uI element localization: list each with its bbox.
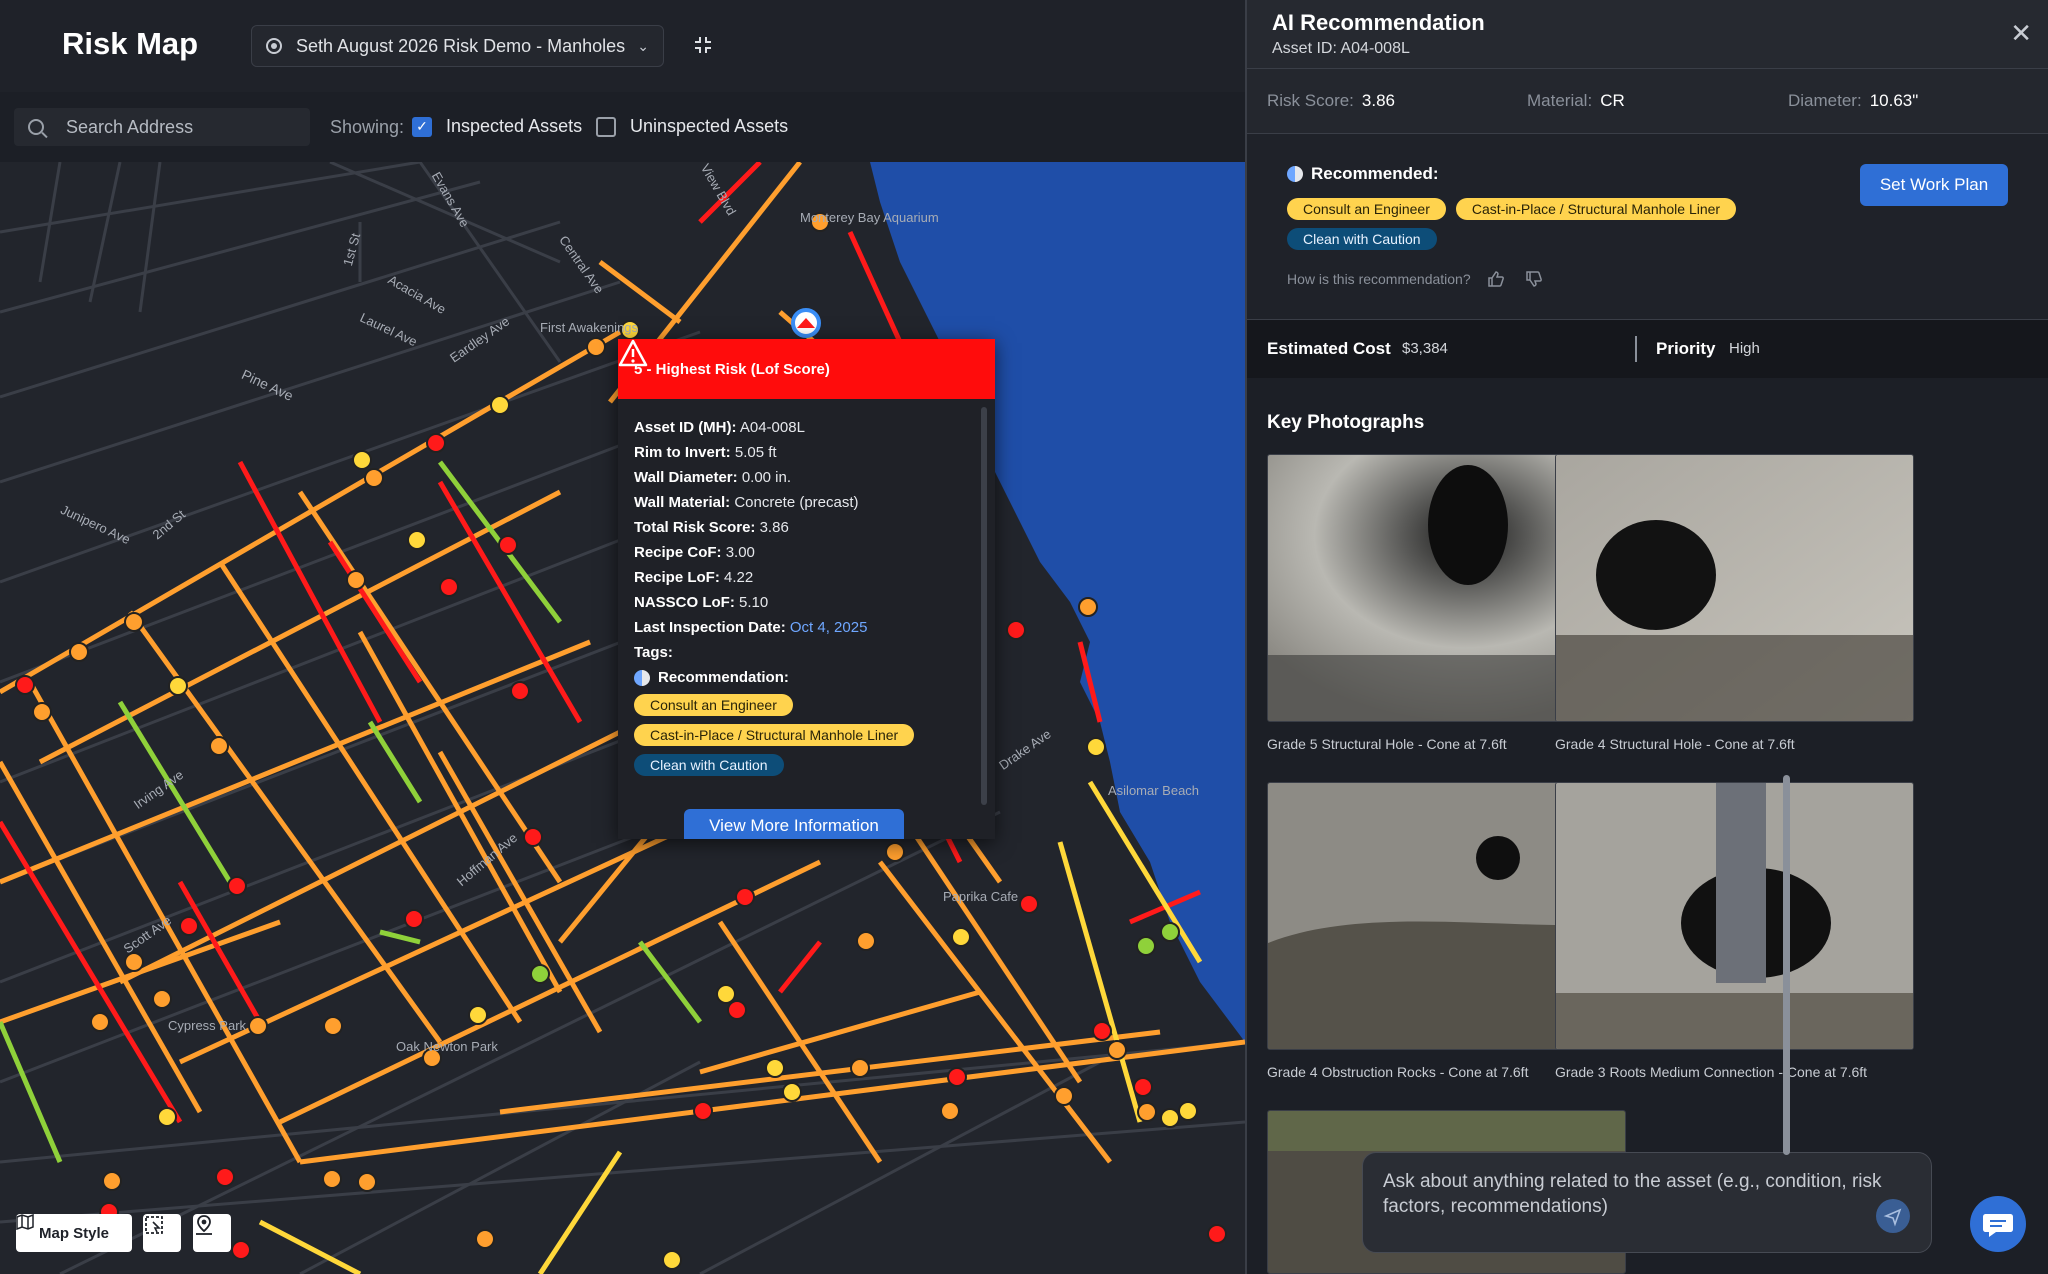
select-area-button[interactable] — [143, 1214, 181, 1252]
asset-stats-bar: Risk Score: 3.86 Material: CR Diameter: 10.… — [1247, 68, 2048, 134]
feedback-question: How is this recommendation? — [1287, 271, 1471, 287]
recommendation-feedback: How is this recommendation? — [1287, 270, 1543, 288]
stat-material: Material: CR — [1527, 91, 1625, 110]
filter-bar: Showing: ✓ Inspected Assets Uninspected … — [0, 92, 1245, 162]
checkbox-unchecked-icon[interactable] — [596, 116, 616, 137]
stat-risk-score: Risk Score: 3.86 — [1267, 91, 1396, 110]
key-photographs-heading: Key Photographs — [1267, 412, 1425, 433]
selected-asset-marker — [791, 308, 821, 338]
popup-field: Rim to Invert: 5.05 ft — [634, 444, 777, 461]
search-address-input[interactable] — [64, 115, 284, 139]
showing-label: Showing: — [330, 117, 405, 137]
search-icon — [28, 119, 44, 135]
recommended-heading: Recommended: — [1287, 164, 1439, 184]
popup-field: Asset ID (MH): A04-008L — [634, 419, 805, 436]
project-dropdown[interactable]: Seth August 2026 Risk Demo - Manholes ⌄ — [251, 25, 664, 67]
popup-field: Recipe CoF: 3.00 — [634, 544, 755, 561]
popup-last-inspection: Last Inspection Date: Oct 4, 2025 — [634, 619, 868, 636]
thumbs-up-icon[interactable] — [1487, 270, 1505, 288]
last-inspection-link[interactable]: Oct 4, 2025 — [790, 619, 868, 636]
close-icon[interactable]: ✕ — [2010, 18, 2032, 49]
inspection-photo[interactable] — [1555, 782, 1914, 1050]
popup-field: NASSCO LoF: 5.10 — [634, 594, 769, 611]
photo-caption: Grade 3 Roots Medium Connection - Cone a… — [1555, 1064, 1868, 1080]
asset-popup: 5 - Highest Risk (Lof Score) Asset ID (M… — [618, 339, 995, 839]
map-label: Cypress Park — [168, 1018, 247, 1033]
recommendation-tags: Consult an Engineer Cast-in-Place / Struc… — [1287, 194, 1847, 254]
map-label: Oak Newton Park — [396, 1039, 498, 1054]
panel-scrollbar[interactable] — [1783, 775, 1790, 1155]
ai-recommendation-panel: AI Recommendation Asset ID: A04-008L ✕ R… — [1245, 0, 2048, 1274]
tag-structural-liner: Cast-in-Place / Structural Manhole Liner — [1455, 198, 1737, 220]
popup-field: Total Risk Score: 3.86 — [634, 519, 789, 536]
divider — [1635, 336, 1637, 362]
map-label: Asilomar Beach — [1108, 783, 1200, 798]
popup-recommendation-label: Recommendation: — [634, 665, 979, 690]
checkbox-checked-icon[interactable]: ✓ — [412, 116, 432, 137]
set-work-plan-button[interactable]: Set Work Plan — [1860, 164, 2008, 206]
popup-field: Recipe LoF: 4.22 — [634, 569, 754, 586]
risk-map[interactable]: Monterey Bay Aquarium First Awakenings C… — [0, 162, 1245, 1274]
uninspected-assets-label: Uninspected Assets — [630, 116, 789, 136]
popup-field: Wall Material: Concrete (precast) — [634, 494, 859, 511]
popup-tags-label: Tags: — [634, 644, 673, 661]
inspected-assets-label: Inspected Assets — [446, 116, 583, 136]
inspected-assets-checkbox[interactable]: ✓ Inspected Assets — [412, 116, 582, 137]
estimated-cost-label: Estimated Cost — [1267, 339, 1391, 358]
panel-header: AI Recommendation Asset ID: A04-008L ✕ — [1247, 0, 2048, 68]
tag-clean-caution: Clean with Caution — [1287, 228, 1437, 250]
popup-body: Asset ID (MH): A04-008L Rim to Invert: 5… — [618, 399, 995, 780]
map-icon — [16, 1214, 34, 1230]
map-style-button[interactable]: Map Style — [16, 1214, 132, 1252]
project-dropdown-value: Seth August 2026 Risk Demo - Manholes — [296, 35, 626, 56]
panel-asset-id: Asset ID: A04-008L — [1272, 40, 1410, 57]
popup-scrollbar[interactable] — [981, 407, 987, 805]
lasso-select-icon — [145, 1216, 163, 1234]
project-pin-icon — [266, 38, 282, 54]
search-address-box[interactable] — [14, 108, 310, 146]
page-title: Risk Map — [62, 26, 199, 61]
tag-clean-caution: Clean with Caution — [634, 754, 784, 776]
panel-title: AI Recommendation — [1272, 10, 1485, 35]
view-more-button[interactable]: View More Information — [684, 809, 904, 839]
collapse-icon[interactable] — [690, 33, 716, 59]
priority-label: Priority — [1656, 339, 1716, 358]
map-style-label: Map Style — [38, 1224, 110, 1242]
locate-button[interactable] — [193, 1214, 231, 1252]
priority-value: High — [1729, 340, 1760, 357]
thumbs-down-icon[interactable] — [1525, 270, 1543, 288]
popup-risk-title: 5 - Highest Risk (Lof Score) — [634, 360, 830, 378]
warning-icon — [618, 339, 648, 367]
photo-caption: Grade 4 Obstruction Rocks - Cone at 7.6f… — [1267, 1064, 1529, 1080]
inspection-photo[interactable] — [1555, 454, 1914, 722]
chat-bubble-icon — [1983, 1214, 2013, 1237]
send-icon[interactable] — [1876, 1199, 1910, 1233]
tag-structural-liner: Cast-in-Place / Structural Manhole Liner — [634, 724, 915, 746]
top-bar: Risk Map Seth August 2026 Risk Demo - Ma… — [0, 0, 1245, 92]
photo-caption: Grade 5 Structural Hole - Cone at 7.6ft — [1267, 736, 1507, 752]
chevron-down-icon: ⌄ — [637, 37, 649, 54]
map-label: Paprika Cafe — [943, 889, 1019, 904]
map-label: First Awakenings — [540, 320, 639, 335]
pipe-network-low — [258, 780, 1203, 1274]
estimated-cost-value: $3,384 — [1402, 340, 1448, 357]
ai-globe-icon — [1287, 166, 1303, 182]
uninspected-assets-checkbox[interactable]: Uninspected Assets — [596, 116, 788, 137]
location-pin-icon — [196, 1215, 212, 1235]
popup-header: 5 - Highest Risk (Lof Score) — [618, 339, 995, 399]
tag-consult-engineer: Consult an Engineer — [1287, 198, 1446, 220]
tag-consult-engineer: Consult an Engineer — [634, 694, 793, 716]
stat-diameter: Diameter: 10.63" — [1788, 91, 1919, 110]
ai-globe-icon — [634, 669, 650, 686]
chat-help-button[interactable] — [1970, 1196, 2026, 1252]
popup-field: Wall Diameter: 0.00 in. — [634, 469, 792, 486]
recommendation-card: Recommended: Consult an Engineer Cast-in-… — [1247, 134, 2048, 320]
asset-chat-input[interactable]: Ask about anything related to the asset … — [1362, 1152, 1932, 1253]
cost-priority-bar: Estimated Cost $3,384 Priority High — [1247, 320, 2048, 378]
photo-caption: Grade 4 Structural Hole - Cone at 7.6ft — [1555, 736, 1795, 752]
map-label: Monterey Bay Aquarium — [800, 210, 939, 225]
